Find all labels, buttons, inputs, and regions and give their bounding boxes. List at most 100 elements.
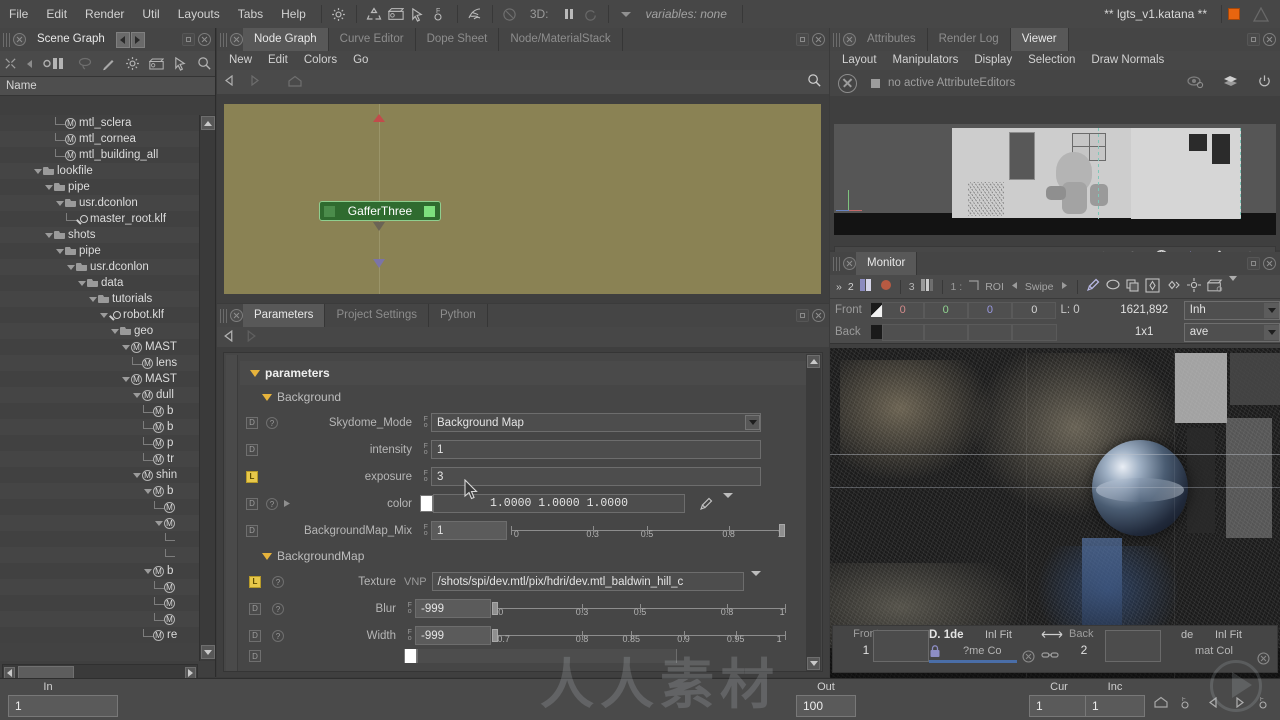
- chevron-down-icon[interactable]: [1264, 302, 1280, 318]
- scene-graph-tree[interactable]: Mmtl_sclera Mmtl_cornea Mmtl_building_all l…: [0, 115, 200, 661]
- recycle-icon[interactable]: [363, 3, 385, 25]
- default-badge[interactable]: D: [249, 602, 261, 615]
- panel-close-button[interactable]: [812, 33, 825, 46]
- tab-scene-graph[interactable]: Scene Graph: [26, 28, 116, 51]
- caret-down-icon[interactable]: [132, 390, 142, 400]
- exposure-input[interactable]: 3: [431, 467, 761, 486]
- scene-graph-row[interactable]: Mre: [0, 627, 200, 643]
- caret-down-icon[interactable]: [143, 486, 153, 496]
- clapperboard-icon[interactable]: [385, 3, 407, 25]
- scene-graph-row[interactable]: master_root.klf: [0, 211, 200, 227]
- target-icon[interactable]: [1144, 277, 1160, 296]
- panel-float-button[interactable]: [182, 33, 195, 46]
- keyframe-icon[interactable]: Fo: [420, 416, 431, 429]
- help-icon[interactable]: ?: [266, 416, 278, 429]
- menu-selection[interactable]: Selection: [1020, 51, 1083, 70]
- scene-graph-row[interactable]: pipe: [0, 243, 200, 259]
- color-swatch[interactable]: [404, 649, 417, 663]
- scene-graph-row[interactable]: shots: [0, 227, 200, 243]
- step-back-icon[interactable]: [1204, 693, 1222, 711]
- scene-graph-row[interactable]: M MAST: [0, 339, 200, 355]
- f-key-icon[interactable]: F: [429, 3, 451, 25]
- keyframe-icon[interactable]: Fo: [404, 602, 415, 615]
- menu-draw-normals[interactable]: Draw Normals: [1083, 51, 1172, 70]
- scene-graph-row[interactable]: data: [0, 275, 200, 291]
- nav-back-icon[interactable]: [223, 329, 235, 345]
- panel-grip[interactable]: [220, 308, 227, 323]
- eye-gear-icon[interactable]: [1187, 75, 1204, 92]
- disabled-icon[interactable]: [499, 3, 521, 25]
- panel-close-button[interactable]: [1263, 33, 1276, 46]
- gear-icon[interactable]: [328, 3, 350, 25]
- caret-down-icon[interactable]: [262, 552, 272, 560]
- viewer-3d-viewport[interactable]: [834, 124, 1276, 235]
- menu-util[interactable]: Util: [133, 0, 168, 28]
- panel-menu-icon[interactable]: [230, 309, 243, 322]
- node-gafferthree[interactable]: GafferThree: [319, 201, 441, 221]
- keyframe-icon[interactable]: Fo: [420, 443, 431, 456]
- local-badge[interactable]: L: [249, 575, 261, 588]
- back-channel-select[interactable]: ave: [1183, 322, 1280, 342]
- tab-viewer[interactable]: Viewer: [1010, 28, 1069, 51]
- panel-menu-icon[interactable]: [230, 33, 243, 46]
- local-badge[interactable]: L: [246, 470, 258, 483]
- inc-field[interactable]: 1: [1085, 695, 1145, 717]
- scene-graph-row[interactable]: Mlens: [0, 355, 200, 371]
- pencil-icon[interactable]: [101, 56, 116, 71]
- scroll-up-button[interactable]: [201, 116, 215, 130]
- scene-graph-row[interactable]: Mdull: [0, 387, 200, 403]
- swap-arrows-icon[interactable]: [1041, 629, 1063, 643]
- intensity-input[interactable]: 1: [431, 440, 761, 459]
- scene-graph-row[interactable]: M: [0, 515, 200, 531]
- menu-edit[interactable]: Edit: [37, 0, 76, 28]
- caret-down-icon[interactable]: [33, 166, 43, 176]
- param-group-parameters[interactable]: parameters: [240, 361, 806, 385]
- tab-dope-sheet[interactable]: Dope Sheet: [416, 28, 500, 51]
- caret-down-icon[interactable]: [77, 278, 87, 288]
- width-input[interactable]: -999: [415, 626, 491, 645]
- partial-color-input[interactable]: [417, 649, 677, 663]
- scene-graph-vscrollbar[interactable]: [199, 115, 215, 661]
- chevron-down-icon[interactable]: [1264, 324, 1279, 340]
- layers-icon[interactable]: [1222, 75, 1239, 92]
- caret-down-icon[interactable]: [154, 518, 164, 528]
- collapse-arrow-icon[interactable]: [26, 56, 34, 71]
- color-swatch[interactable]: [420, 495, 433, 512]
- swipe-arrow-icon[interactable]: [1060, 281, 1069, 293]
- three-up-label[interactable]: 3: [909, 281, 915, 293]
- scene-graph-row[interactable]: Mmtl_sclera: [0, 115, 200, 131]
- backgroundmap-mix-input[interactable]: 1: [431, 521, 507, 540]
- caret-down-icon[interactable]: [44, 230, 54, 240]
- help-icon[interactable]: ?: [272, 602, 284, 615]
- caret-down-icon[interactable]: [44, 182, 54, 192]
- menu-new[interactable]: New: [221, 51, 260, 70]
- chevron-down-icon[interactable]: [745, 415, 760, 430]
- scene-graph-row[interactable]: pipe: [0, 179, 200, 195]
- ratio-label[interactable]: 1 :: [951, 281, 963, 293]
- scroll-right-button[interactable]: [185, 666, 196, 679]
- refresh-icon[interactable]: [580, 3, 602, 25]
- scribble-icon[interactable]: [464, 3, 486, 25]
- panel-close-button[interactable]: [1263, 257, 1276, 270]
- scroll-up-button[interactable]: [807, 355, 820, 368]
- slider-handle[interactable]: [492, 629, 498, 642]
- panel-grip[interactable]: [220, 32, 227, 47]
- blur-input[interactable]: -999: [415, 599, 491, 618]
- menu-layouts[interactable]: Layouts: [169, 0, 229, 28]
- slider-handle[interactable]: [492, 602, 498, 615]
- in-field[interactable]: 1: [8, 695, 118, 717]
- panel-grip[interactable]: [833, 256, 840, 271]
- chevron-down-icon[interactable]: [1228, 275, 1237, 293]
- scene-graph-row[interactable]: robot.klf: [0, 307, 200, 323]
- default-badge[interactable]: D: [246, 416, 258, 429]
- scene-graph-row[interactable]: Mmtl_building_all: [0, 147, 200, 163]
- panel-float-button[interactable]: [1247, 257, 1260, 270]
- menu-go[interactable]: Go: [345, 51, 376, 70]
- power-icon[interactable]: [1257, 74, 1272, 92]
- diamond-icon[interactable]: [1166, 279, 1181, 294]
- home-icon[interactable]: [1152, 693, 1170, 711]
- swipe-label[interactable]: Swipe: [1025, 281, 1054, 293]
- two-up-label[interactable]: 2: [848, 281, 854, 293]
- tab-attributes[interactable]: Attributes: [856, 28, 928, 51]
- nav-forward-icon[interactable]: [245, 329, 257, 345]
